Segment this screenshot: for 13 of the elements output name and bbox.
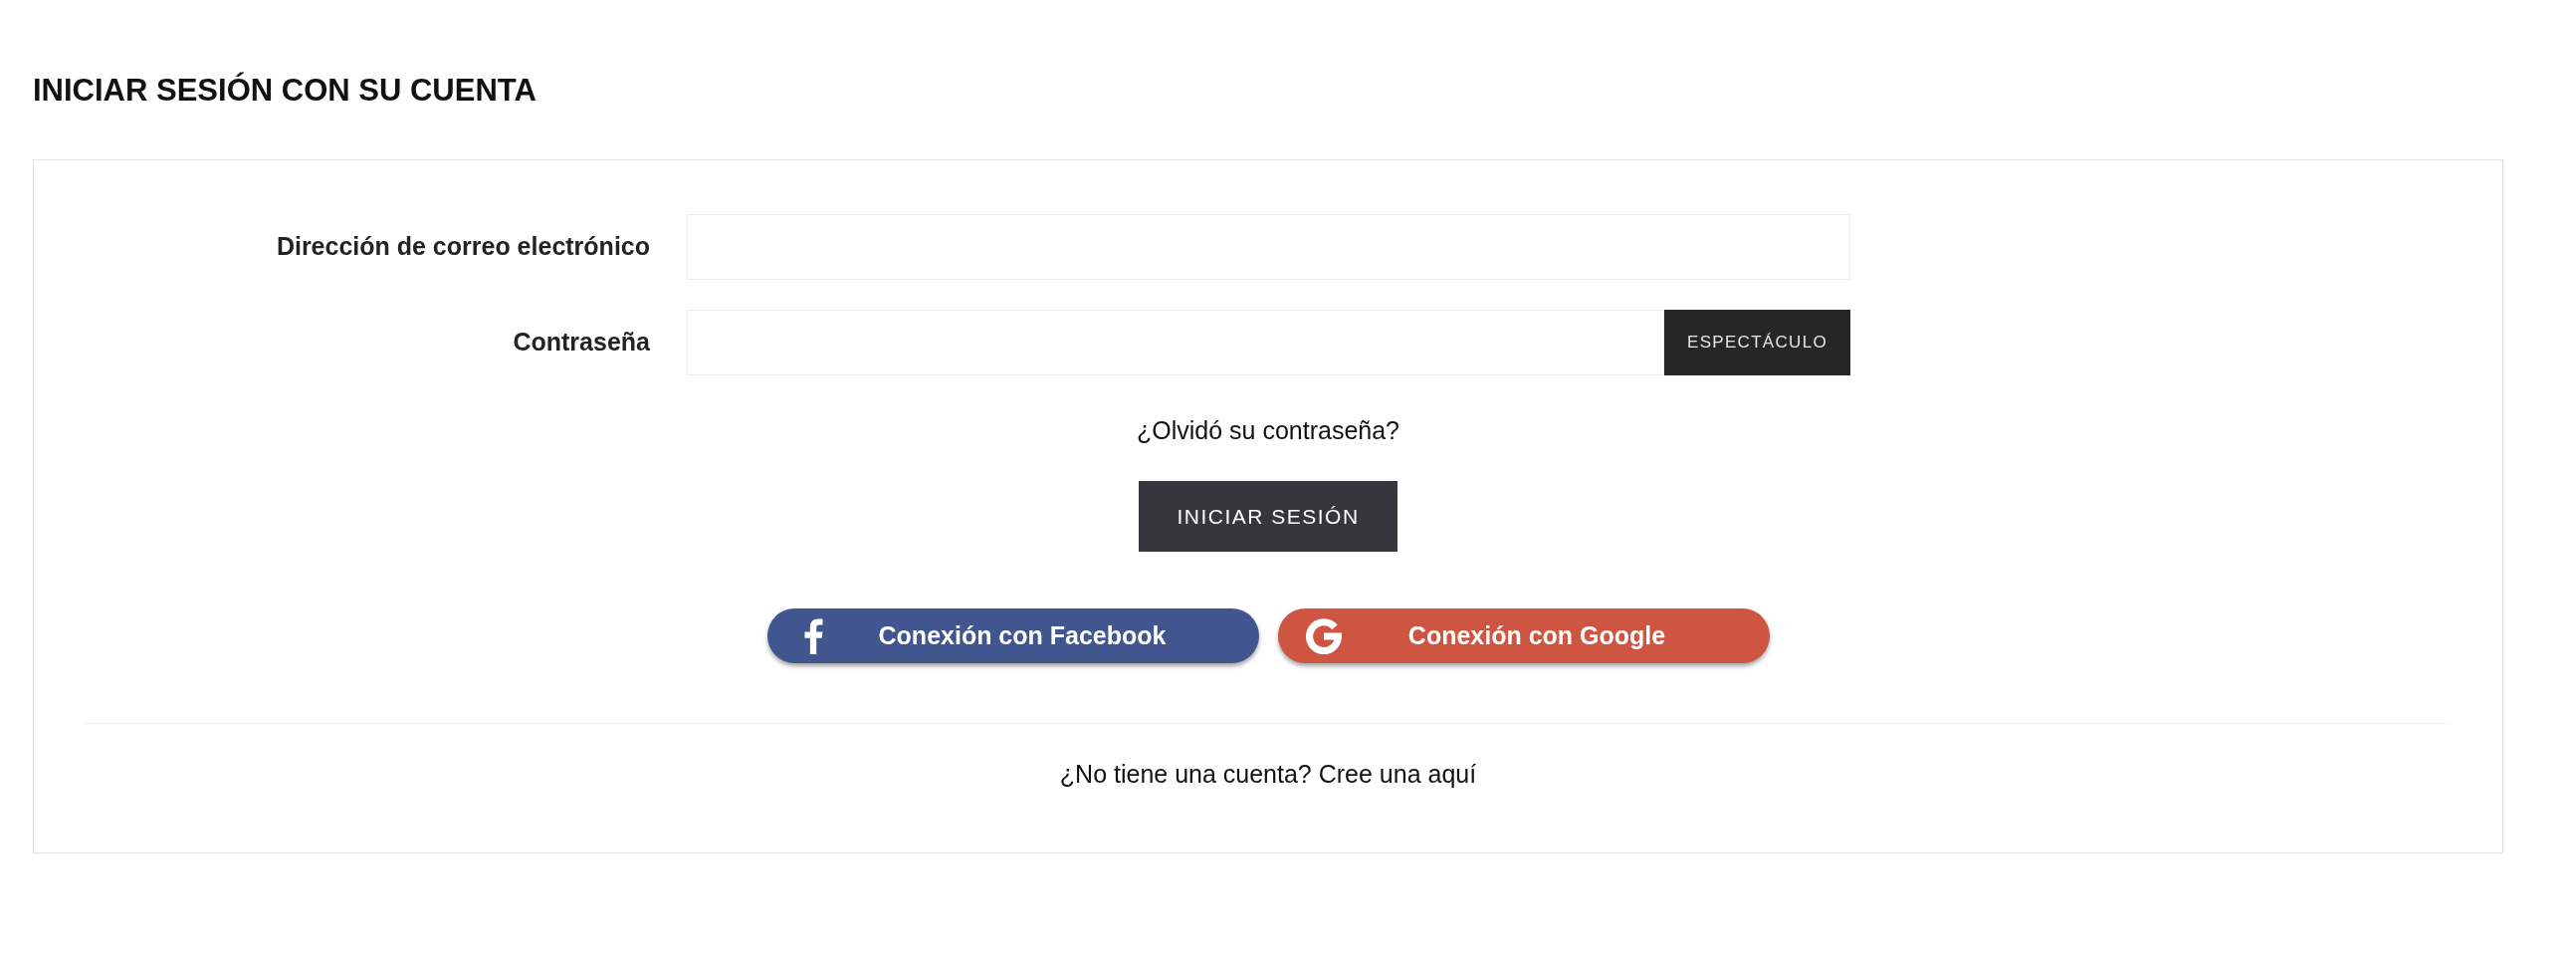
field-label: Contraseña	[512, 327, 650, 359]
page-title: INICIAR SESIÓN CON SU CUENTA	[33, 72, 537, 109]
forgot-password-link[interactable]: ¿Olvidó su contraseña?	[1137, 415, 1399, 445]
google-g-icon	[1305, 617, 1342, 654]
field-label: Dirección de correo electrónico	[275, 231, 650, 263]
signup-link[interactable]: Cree una aquí	[1318, 760, 1477, 788]
login-button[interactable]: INICIAR SESIÓN	[1139, 481, 1397, 552]
signup-prompt: ¿No tiene una cuenta? Cree una aquí	[1059, 759, 1477, 789]
password-field[interactable]	[687, 310, 1664, 375]
google-login-button[interactable]: Conexión con Google	[1277, 608, 1770, 663]
facebook-f-icon	[803, 617, 823, 654]
facebook-login-button[interactable]: Conexión con Facebook	[766, 608, 1259, 663]
show-password-button[interactable]: ESPECTÁCULO	[1664, 310, 1850, 375]
